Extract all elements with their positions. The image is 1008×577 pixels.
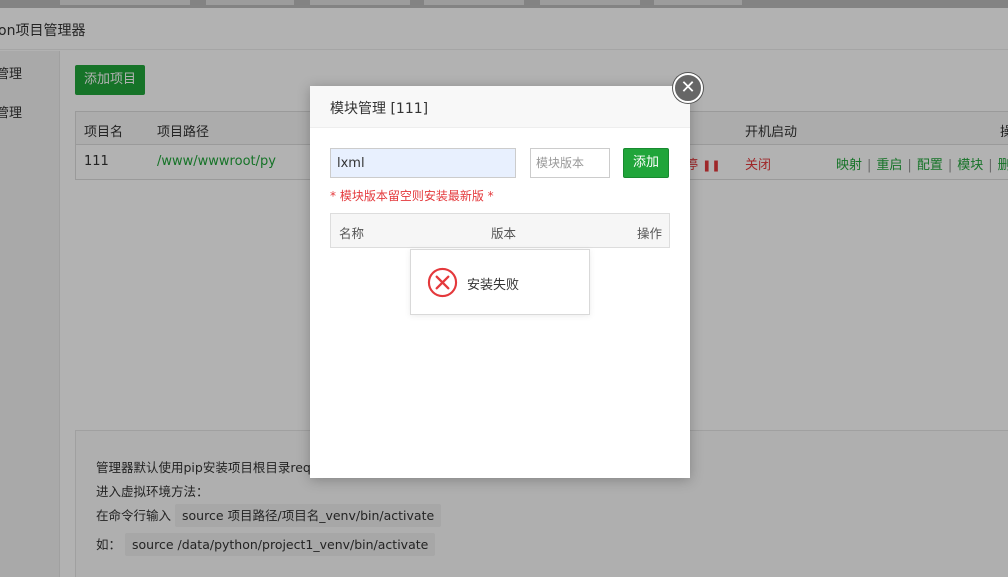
col-header-module-name: 名称 bbox=[339, 226, 365, 241]
module-version-input[interactable] bbox=[530, 148, 610, 178]
col-header-module-actions: 操作 bbox=[637, 226, 663, 241]
version-hint: * 模块版本留空则安装最新版 * bbox=[330, 189, 494, 203]
col-header-module-version: 版本 bbox=[491, 226, 517, 241]
error-circle-icon bbox=[427, 267, 458, 298]
dialog-title: 模块管理 [111] bbox=[330, 101, 429, 117]
dialog-header: 模块管理 [111] bbox=[310, 86, 690, 128]
module-manager-dialog: 模块管理 [111] ✕ 添加 * 模块版本留空则安装最新版 * 名称 版本 操… bbox=[310, 73, 703, 478]
add-module-button[interactable]: 添加 bbox=[623, 148, 669, 178]
module-table-header: 名称 版本 操作 bbox=[330, 213, 670, 248]
toast-message: 安装失败 bbox=[467, 278, 520, 293]
module-name-input[interactable] bbox=[330, 148, 516, 178]
error-toast: 安装失败 bbox=[410, 249, 590, 315]
close-icon[interactable]: ✕ bbox=[673, 73, 703, 103]
